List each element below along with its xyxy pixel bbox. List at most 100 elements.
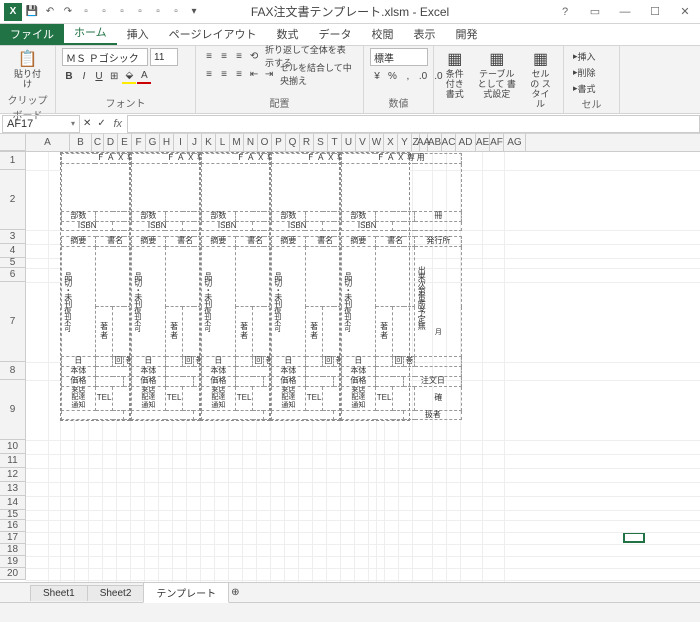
col-header[interactable]: A [26, 134, 70, 151]
format-cells-button[interactable]: ▸書式 [570, 80, 599, 96]
row-header[interactable]: 1 [0, 152, 26, 170]
new-sheet-button[interactable]: ⊕ [228, 585, 242, 601]
help-icon[interactable]: ? [550, 0, 580, 24]
col-header[interactable]: G [146, 134, 160, 151]
redo-icon[interactable]: ↷ [60, 4, 76, 20]
orientation-button[interactable]: ⟲ [247, 48, 261, 64]
maximize-icon[interactable]: ☐ [640, 0, 670, 24]
col-header[interactable]: M [230, 134, 244, 151]
col-header[interactable]: D [104, 134, 118, 151]
tab-data[interactable]: データ [308, 23, 361, 45]
font-size-select[interactable]: 11 [150, 48, 178, 66]
col-header[interactable]: F [132, 134, 146, 151]
worksheet-area[interactable]: ＦＡＸ専用部数冊ISBN摘要書名発行所品切・未刊復刊不可出来次第重版予定無月著者… [26, 152, 700, 582]
qat-icon[interactable]: ▫ [132, 4, 148, 20]
col-header[interactable]: R [300, 134, 314, 151]
col-header[interactable]: AE [476, 134, 490, 151]
row-header[interactable]: 5 [0, 258, 26, 268]
col-header[interactable]: S [314, 134, 328, 151]
col-header[interactable]: H [160, 134, 174, 151]
col-header[interactable]: U [342, 134, 356, 151]
col-header[interactable]: AD [456, 134, 476, 151]
tab-view[interactable]: 表示 [403, 23, 445, 45]
row-header[interactable]: 16 [0, 520, 26, 532]
select-all-corner[interactable] [0, 134, 26, 151]
col-header[interactable]: K [202, 134, 216, 151]
save-icon[interactable]: 💾 [24, 4, 40, 20]
row-header[interactable]: 7 [0, 282, 26, 362]
col-header[interactable]: W [370, 134, 384, 151]
col-header[interactable]: P [272, 134, 286, 151]
col-header[interactable]: AA [420, 134, 428, 151]
row-header[interactable]: 12 [0, 468, 26, 482]
indent-dec-button[interactable]: ⇤ [247, 66, 261, 82]
tab-layout[interactable]: ページレイアウト [159, 23, 267, 45]
col-header[interactable]: AC [442, 134, 456, 151]
col-header[interactable]: V [356, 134, 370, 151]
align-middle-button[interactable]: ≡ [217, 48, 231, 64]
col-header[interactable]: C [92, 134, 104, 151]
col-header[interactable]: N [244, 134, 258, 151]
fx-cancel-icon[interactable]: ✕ [80, 116, 94, 132]
align-bottom-button[interactable]: ≡ [232, 48, 246, 64]
align-center-button[interactable]: ≡ [217, 66, 231, 82]
name-box[interactable]: AF17 [2, 115, 80, 133]
row-header[interactable]: 17 [0, 532, 26, 544]
col-header[interactable]: Q [286, 134, 300, 151]
row-header[interactable]: 20 [0, 568, 26, 580]
row-header[interactable]: 11 [0, 454, 26, 468]
undo-icon[interactable]: ↶ [42, 4, 58, 20]
col-header[interactable]: O [258, 134, 272, 151]
row-header[interactable]: 2 [0, 170, 26, 230]
col-header[interactable]: AF [490, 134, 504, 151]
tab-review[interactable]: 校閲 [361, 23, 403, 45]
fx-confirm-icon[interactable]: ✓ [94, 116, 108, 132]
inc-decimal-button[interactable]: .0 [416, 68, 430, 84]
col-header[interactable]: I [174, 134, 188, 151]
align-left-button[interactable]: ≡ [202, 66, 216, 82]
tab-insert[interactable]: 挿入 [117, 23, 159, 45]
formula-bar[interactable] [127, 115, 700, 133]
merge-button[interactable]: セルを結合して中央揃え [277, 66, 357, 82]
col-header[interactable]: AG [504, 134, 526, 151]
border-button[interactable]: ⊞ [107, 68, 121, 84]
row-header[interactable]: 14 [0, 496, 26, 510]
number-format-select[interactable]: 標準 [370, 48, 428, 66]
cond-format-button[interactable]: ▦条件付き 書式 [440, 48, 470, 102]
qat-icon[interactable]: ▫ [168, 4, 184, 20]
col-header[interactable]: J [188, 134, 202, 151]
sheet-tab[interactable]: Sheet1 [30, 585, 88, 601]
close-icon[interactable]: ✕ [670, 0, 700, 24]
col-header[interactable]: B [70, 134, 92, 151]
col-header[interactable]: AB [428, 134, 442, 151]
col-header[interactable]: E [118, 134, 132, 151]
row-header[interactable]: 18 [0, 544, 26, 556]
tab-developer[interactable]: 開発 [445, 23, 487, 45]
col-header[interactable]: X [384, 134, 398, 151]
percent-button[interactable]: % [385, 68, 400, 84]
comma-button[interactable]: , [401, 68, 415, 84]
row-header[interactable]: 15 [0, 510, 26, 520]
fx-icon[interactable]: fx [109, 118, 127, 130]
qat-icon[interactable]: ▫ [114, 4, 130, 20]
col-header[interactable]: Y [398, 134, 412, 151]
underline-button[interactable]: U [92, 68, 106, 84]
qat-icon[interactable]: ▫ [150, 4, 166, 20]
paste-button[interactable]: 📋貼り付け [6, 48, 49, 92]
table-format-button[interactable]: ▦テーブルとして 書式設定 [474, 48, 520, 102]
indent-inc-button[interactable]: ⇥ [262, 66, 276, 82]
qat-icon[interactable]: ▫ [96, 4, 112, 20]
row-header[interactable]: 8 [0, 362, 26, 380]
font-color-button[interactable]: A [137, 68, 151, 84]
sheet-tab[interactable]: テンプレート [143, 582, 229, 603]
align-top-button[interactable]: ≡ [202, 48, 216, 64]
bold-button[interactable]: B [62, 68, 76, 84]
row-header[interactable]: 9 [0, 380, 26, 440]
delete-cells-button[interactable]: ▸削除 [570, 64, 599, 80]
qat-dropdown-icon[interactable]: ▾ [186, 4, 202, 20]
row-header[interactable]: 3 [0, 230, 26, 244]
cell-style-button[interactable]: ▦セルの スタイル [524, 48, 557, 112]
tab-formulas[interactable]: 数式 [266, 23, 308, 45]
font-name-select[interactable]: ＭＳ Ｐゴシック [62, 48, 148, 66]
row-header[interactable]: 13 [0, 482, 26, 496]
